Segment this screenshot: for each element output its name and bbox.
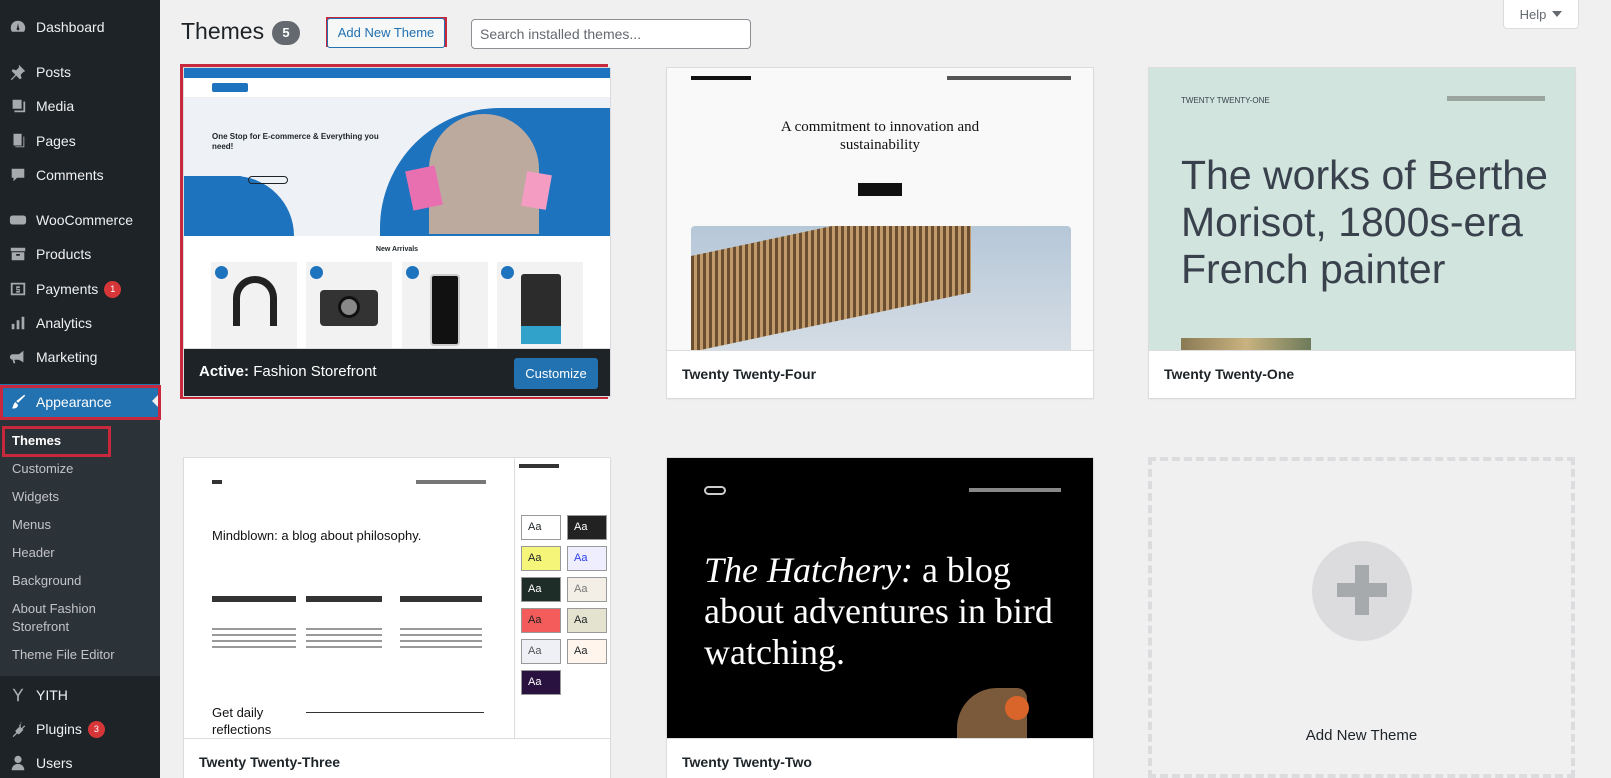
menu-yith[interactable]: YITH (0, 678, 160, 712)
yith-icon (8, 685, 28, 705)
megaphone-icon (8, 347, 28, 367)
admin-sidebar: Dashboard Posts Media Pages Comments Woo… (0, 0, 160, 778)
theme-name: Twenty Twenty-Two (667, 738, 1093, 778)
theme-card-twenty-twenty-one[interactable]: TWENTY TWENTY-ONE The works of Berthe Mo… (1148, 67, 1576, 399)
menu-comments[interactable]: Comments (0, 158, 160, 192)
menu-label: Products (36, 246, 92, 262)
preview-footer-text: Get daily reflections (212, 705, 272, 737)
theme-screenshot: A commitment to innovation and sustainab… (667, 68, 1093, 352)
add-new-theme-label: Add New Theme (1305, 727, 1418, 744)
menu-woocommerce[interactable]: WooCommerce (0, 203, 160, 237)
menu-label: WooCommerce (36, 212, 133, 228)
add-new-theme-card[interactable]: Add New Theme (1148, 457, 1575, 778)
add-new-theme-button[interactable]: Add New Theme (327, 18, 445, 48)
search-themes-input[interactable] (471, 19, 751, 49)
theme-name: Twenty Twenty-One (1149, 350, 1575, 398)
menu-label: Plugins (36, 721, 82, 737)
theme-card-twenty-twenty-three[interactable]: Mindblown: a blog about philosophy. Get … (183, 457, 611, 778)
pushpin-icon (8, 62, 28, 82)
theme-screenshot: Mindblown: a blog about philosophy. Get … (184, 458, 610, 742)
dashboard-icon (8, 17, 28, 37)
menu-label: Users (36, 755, 73, 771)
menu-posts[interactable]: Posts (0, 55, 160, 89)
preview-heading: A commitment to innovation and sustainab… (780, 119, 980, 153)
theme-count-badge: 5 (272, 21, 300, 45)
menu-label: Payments (36, 281, 99, 297)
menu-dashboard[interactable]: Dashboard (0, 10, 160, 44)
pages-icon (8, 131, 28, 151)
menu-pages[interactable]: Pages (0, 124, 160, 158)
submenu-header[interactable]: Header (12, 544, 152, 562)
submenu-menus[interactable]: Menus (12, 516, 152, 534)
archive-icon (8, 244, 28, 264)
menu-label: Pages (36, 133, 76, 149)
submenu-themes[interactable]: Themes (12, 432, 152, 450)
page-title: Themes (181, 18, 265, 44)
menu-label: Media (36, 98, 75, 114)
menu-products[interactable]: Products (0, 237, 160, 271)
theme-card-twenty-twenty-two[interactable]: The Hatchery: a blog about adventures in… (666, 457, 1094, 778)
caret-down-icon (1552, 11, 1563, 17)
preview-heading: Mindblown: a blog about philosophy. (212, 528, 422, 543)
menu-label: Posts (36, 64, 72, 80)
media-icon (8, 96, 28, 116)
styles-panel: Aa Aa Aa Aa Aa Aa Aa Aa Aa Aa Aa (514, 458, 610, 742)
preview-heading: The works of Berthe Morisot, 1800s-era F… (1181, 152, 1548, 292)
menu-marketing[interactable]: Marketing (0, 340, 160, 374)
theme-card-fashion-storefront[interactable]: One Stop for E-commerce & Everything you… (183, 67, 611, 397)
menu-appearance[interactable]: Appearance (0, 384, 160, 420)
menu-users[interactable]: Users (0, 746, 160, 778)
preview-site-title: TWENTY TWENTY-ONE (1181, 96, 1270, 105)
payments-icon (8, 279, 28, 299)
menu-label: Dashboard (36, 19, 105, 35)
chart-bar-icon (8, 313, 28, 333)
theme-name: Fashion Storefront (253, 363, 377, 380)
submenu-widgets[interactable]: Widgets (12, 488, 152, 506)
menu-label: YITH (36, 687, 68, 703)
paintbrush-icon (8, 392, 28, 412)
theme-screenshot: TWENTY TWENTY-ONE The works of Berthe Mo… (1149, 68, 1575, 352)
plus-icon (1312, 541, 1412, 641)
active-theme-name-bar: Active: Fashion Storefront Customize (184, 348, 610, 396)
plugin-icon (8, 719, 28, 739)
submenu-customize[interactable]: Customize (12, 460, 152, 478)
scrollbar[interactable] (1601, 0, 1611, 778)
theme-screenshot: The Hatchery: a blog about adventures in… (667, 458, 1093, 742)
update-count-badge: 3 (87, 720, 105, 738)
active-label: Active: (199, 363, 254, 380)
preview-heading: The Hatchery: a blog about adventures in… (704, 550, 1053, 672)
submenu-theme-file-editor[interactable]: Theme File Editor (12, 646, 152, 664)
preview-image (691, 226, 1071, 352)
submenu-background[interactable]: Background (12, 572, 152, 590)
theme-card-twenty-twenty-four[interactable]: A commitment to innovation and sustainab… (666, 67, 1094, 399)
menu-label: Marketing (36, 349, 98, 365)
appearance-submenu: Themes Customize Widgets Menus Header Ba… (0, 417, 160, 676)
help-tab-button[interactable]: Help (1503, 0, 1579, 29)
woo-icon (8, 210, 28, 230)
menu-plugins[interactable]: Plugins 3 (0, 712, 160, 746)
menu-label: Comments (36, 167, 104, 183)
customize-button[interactable]: Customize (514, 358, 598, 389)
menu-media[interactable]: Media (0, 89, 160, 123)
menu-label: Analytics (36, 315, 93, 331)
help-label: Help (1519, 6, 1547, 22)
menu-analytics[interactable]: Analytics (0, 306, 160, 340)
comment-icon (8, 165, 28, 185)
menu-label: Appearance (36, 394, 112, 410)
theme-name: Twenty Twenty-Four (667, 350, 1093, 398)
submenu-about-theme[interactable]: About Fashion Storefront (12, 600, 112, 636)
users-icon (8, 753, 28, 773)
menu-payments[interactable]: Payments 1 (0, 272, 160, 306)
update-count-badge: 1 (104, 280, 122, 298)
theme-name: Twenty Twenty-Three (184, 738, 610, 778)
theme-screenshot: One Stop for E-commerce & Everything you… (184, 68, 610, 352)
